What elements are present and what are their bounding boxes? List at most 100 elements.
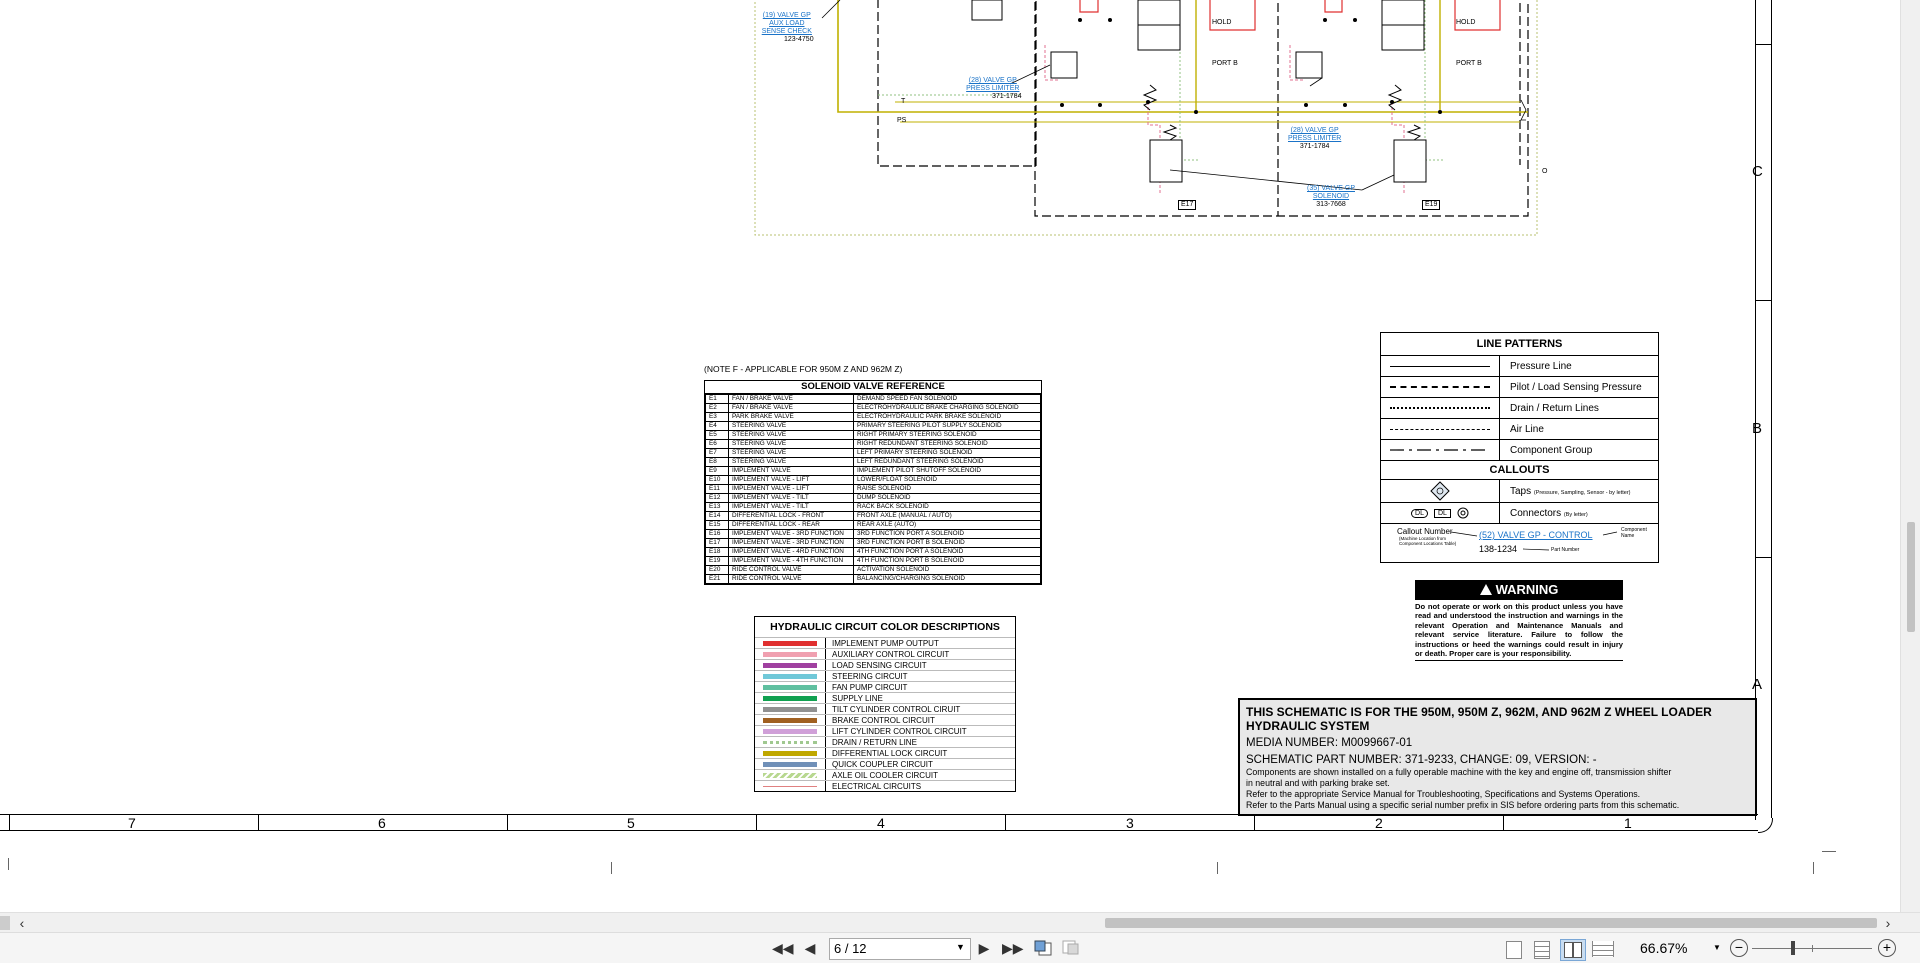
color-row: TILT CYLINDER CONTROL CIRUIT	[755, 703, 1015, 714]
page-number-field[interactable]: 6 / 12 ▼	[829, 938, 971, 960]
scroll-right-arrow-icon[interactable]: ›	[1880, 913, 1896, 933]
callout-link[interactable]: (28) VALVE GP	[964, 77, 1022, 85]
solenoid-row: E9 IMPLEMENT VALVE IMPLEMENT PILOT SHUTOFF…	[705, 466, 1041, 476]
go-forward-view-icon[interactable]	[1062, 940, 1080, 956]
color-label: DIFFERENTIAL LOCK CIRCUIT	[832, 748, 948, 758]
solenoid-function-cell: ELECTROHYDRAULIC BRAKE CHARGING SOLENOID	[853, 403, 1041, 413]
solenoid-valve-cell: FAN / BRAKE VALVE	[728, 394, 854, 404]
callout-link[interactable]: (28) VALVE GP	[1288, 127, 1341, 135]
solenoid-row: E15 DIFFERENTIAL LOCK - REAR REAR AXLE (AU…	[705, 520, 1041, 530]
callout-example-block: Callout Number (Machine Location from Co…	[1381, 523, 1658, 562]
callout-link[interactable]: (35) VALVE GP	[1307, 185, 1355, 193]
single-page-icon[interactable]	[1506, 941, 1522, 959]
callout-link-line3[interactable]: SENSE CHECK	[760, 28, 814, 36]
connector-tag: DL	[1434, 508, 1451, 518]
zoom-in-icon[interactable]: +	[1878, 939, 1896, 957]
callout-link-line2[interactable]: PRESS LIMITER	[964, 85, 1022, 93]
callout-press-limiter-1: (28) VALVE GP PRESS LIMITER 371-1784	[964, 77, 1022, 101]
solenoid-code-cell: E20	[705, 565, 729, 575]
continuous-icon[interactable]	[1534, 941, 1550, 959]
callout-link-line2[interactable]: AUX LOAD	[760, 20, 814, 28]
two-page-continuous-icon[interactable]	[1592, 941, 1614, 957]
solenoid-valve-cell: DIFFERENTIAL LOCK - REAR	[728, 520, 854, 530]
legend-swatch: DL DL	[1381, 503, 1500, 523]
solenoid-table-body: E1 FAN / BRAKE VALVE DEMAND SPEED FAN SOLE…	[705, 394, 1041, 584]
zoom-out-icon[interactable]: −	[1730, 939, 1748, 957]
two-page-icon[interactable]	[1560, 939, 1586, 961]
prev-page-icon[interactable]: ◀	[800, 939, 820, 957]
solenoid-code-cell: E6	[705, 439, 729, 449]
callout-part-number: 371-1784	[1299, 143, 1330, 150]
solenoid-valve-cell: STEERING VALVE	[728, 430, 854, 440]
legend-swatch	[1381, 377, 1500, 397]
pdf-viewer-toolbar: ◀◀ ◀ 6 / 12 ▼ ▶ ▶▶ 66.67% ▼ − +	[0, 932, 1920, 963]
zoom-slider-handle[interactable]	[1791, 941, 1795, 955]
page-number-value[interactable]: 6 / 12	[834, 941, 867, 956]
legend-label: Pressure Line	[1510, 360, 1572, 372]
solenoid-row: E3 PARK BRAKE VALVE ELECTROHYDRAULIC PARK …	[705, 412, 1041, 422]
color-swatch	[755, 715, 826, 725]
color-label: ELECTRICAL CIRCUITS	[832, 781, 922, 791]
solenoid-row: E17 IMPLEMENT VALVE - 3RD FUNCTION 3RD FUN…	[705, 538, 1041, 548]
color-swatch-bar	[763, 673, 817, 679]
color-swatch	[755, 737, 826, 747]
grid-column-label: 3	[1126, 815, 1134, 831]
callout-link-line2[interactable]: SOLENOID	[1307, 193, 1355, 201]
ruler-tick	[258, 814, 259, 830]
component-group-swatch	[1390, 449, 1490, 451]
go-forward-view-svg	[1062, 940, 1079, 955]
legend-label: Component Group	[1510, 444, 1593, 456]
solenoid-valve-cell: IMPLEMENT VALVE - TILT	[728, 493, 854, 503]
color-swatch-bar	[763, 761, 817, 767]
color-label: FAN PUMP CIRCUIT	[832, 682, 908, 692]
color-swatch	[755, 682, 826, 692]
vertical-scroll-thumb[interactable]	[1907, 522, 1915, 632]
legend-row: Component Group	[1381, 439, 1658, 460]
color-swatch	[755, 638, 826, 648]
last-page-icon[interactable]: ▶▶	[1002, 939, 1024, 957]
solenoid-code-cell: E16	[705, 529, 729, 539]
color-swatch	[755, 770, 826, 780]
legend-label: Taps (Pressure, Sampling, Sensor - by le…	[1500, 486, 1631, 497]
color-swatch	[755, 748, 826, 758]
callout-link-line2[interactable]: PRESS LIMITER	[1288, 135, 1341, 143]
ruler-tick	[1503, 814, 1504, 830]
horizontal-scroll-thumb[interactable]	[1105, 918, 1877, 928]
page-dropdown-chevron-down-icon[interactable]: ▼	[956, 942, 965, 952]
vertical-scrollbar[interactable]	[1900, 0, 1920, 912]
solenoid-valve-cell: DIFFERENTIAL LOCK - FRONT	[728, 511, 854, 521]
zoom-dropdown-chevron-down-icon[interactable]: ▼	[1713, 943, 1721, 952]
scroll-left-arrow-icon[interactable]: ‹	[14, 913, 30, 933]
color-rows: IMPLEMENT PUMP OUTPUT AUXILIARY CONTROL C…	[755, 637, 1015, 791]
ruler-tick	[1254, 814, 1255, 830]
color-label: BRAKE CONTROL CIRCUIT	[832, 715, 935, 725]
solenoid-function-cell: PRIMARY STEERING PILOT SUPPLY SOLENOID	[853, 421, 1041, 431]
first-page-icon[interactable]: ◀◀	[772, 939, 794, 957]
taps-note: (Pressure, Sampling, Sensor - by letter)	[1533, 489, 1631, 496]
color-swatch-bar	[763, 684, 817, 690]
legend-row: Pilot / Load Sensing Pressure	[1381, 376, 1658, 397]
horizontal-scrollbar[interactable]: ‹ ›	[0, 912, 1920, 933]
legend-row-taps: Taps (Pressure, Sampling, Sensor - by le…	[1381, 479, 1658, 502]
callout-solenoid: (35) VALVE GP SOLENOID 313-7668	[1307, 185, 1355, 209]
color-swatch	[755, 759, 826, 769]
zoom-value[interactable]: 66.67%	[1640, 940, 1687, 956]
port-label-hold: HOLD	[1212, 19, 1232, 26]
color-label: LIFT CYLINDER CONTROL CIRCUIT	[832, 726, 967, 736]
color-label: LOAD SENSING CIRCUIT	[832, 660, 927, 670]
go-back-view-icon[interactable]	[1034, 940, 1052, 956]
callout-link[interactable]: (19) VALVE GP	[760, 12, 814, 20]
solenoid-row: E10 IMPLEMENT VALVE - LIFT LOWER/FLOAT SOL…	[705, 475, 1041, 485]
solenoid-valve-cell: IMPLEMENT VALVE - 4RD FUNCTION	[728, 547, 854, 557]
solenoid-row: E12 IMPLEMENT VALVE - TILT DUMP SOLENOID	[705, 493, 1041, 503]
solenoid-function-cell: DUMP SOLENOID	[853, 493, 1041, 503]
solenoid-function-cell: ELECTROHYDRAULIC PARK BRAKE SOLENOID	[853, 412, 1041, 422]
scroll-left-stub[interactable]	[0, 916, 10, 930]
legend-label: Connectors (By letter)	[1500, 508, 1588, 519]
color-row: LIFT CYLINDER CONTROL CIRCUIT	[755, 725, 1015, 736]
next-page-icon[interactable]: ▶	[974, 939, 994, 957]
color-swatch-bar	[763, 662, 817, 668]
solenoid-tag: E19	[1422, 200, 1441, 210]
color-swatch-bar	[763, 706, 817, 712]
legend-label: Drain / Return Lines	[1510, 402, 1599, 414]
